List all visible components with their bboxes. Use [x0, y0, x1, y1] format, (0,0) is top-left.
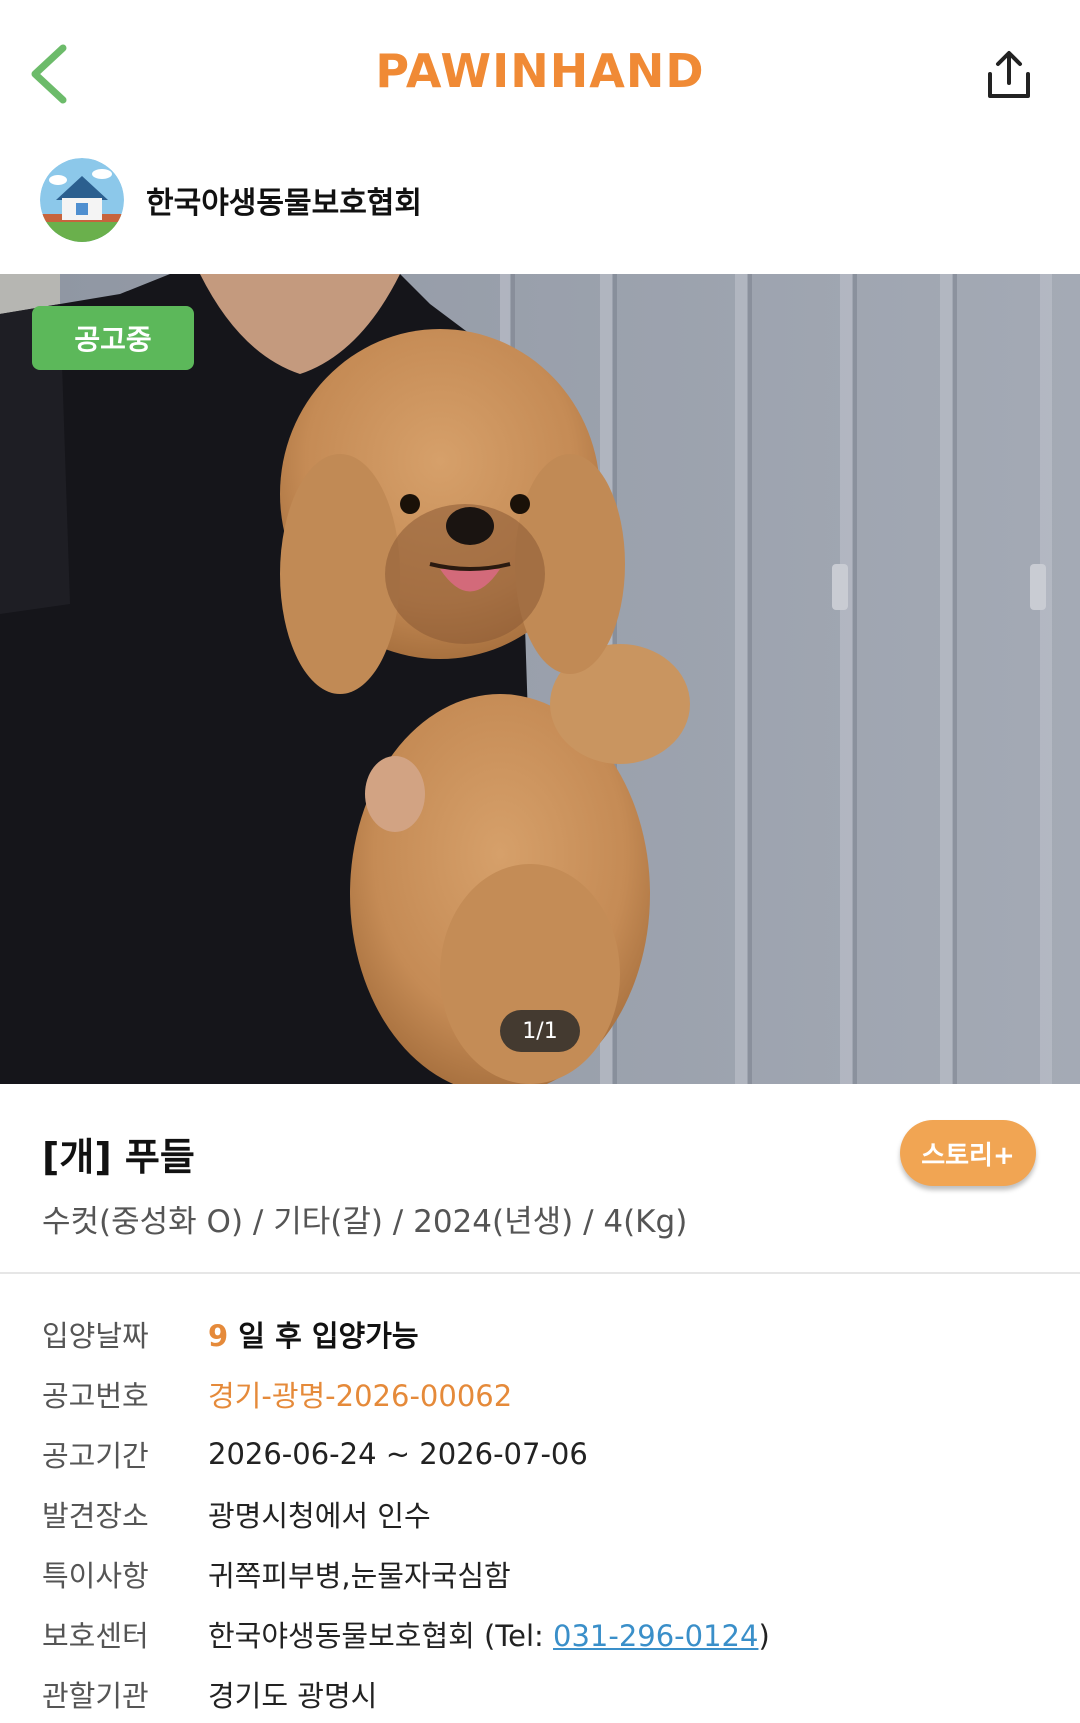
center-tel-link[interactable]: 031-296-0124 [553, 1619, 758, 1653]
photo-page-indicator: 1/1 [500, 1010, 580, 1052]
detail-label: 특이사항 [42, 1559, 149, 1593]
house-icon [40, 158, 124, 242]
detail-label: 관할기관 [42, 1679, 149, 1713]
dog-photo-image [0, 274, 1080, 1084]
detail-row-notice-no: 공고번호 경기-광명-2026-00062 [42, 1364, 1052, 1424]
shelter-row[interactable]: 한국야생동물보호협회 [40, 158, 422, 242]
found-place-value: 광명시청에서 인수 [208, 1499, 431, 1533]
detail-row-found-place: 발견장소 광명시청에서 인수 [42, 1484, 1052, 1544]
notice-number-value: 경기-광명-2026-00062 [208, 1379, 513, 1413]
adoption-days: 9 [208, 1319, 229, 1353]
share-button[interactable] [974, 40, 1044, 112]
app-header: PAWINHAND [0, 0, 1080, 140]
detail-label: 보호센터 [42, 1619, 149, 1653]
share-icon [988, 51, 1030, 98]
animal-photo[interactable]: 공고중 1/1 [0, 274, 1080, 1084]
animal-title: [개] 푸들 [42, 1135, 195, 1179]
notice-period-value: 2026-06-24 ~ 2026-07-06 [208, 1437, 588, 1471]
center-value: 한국야생동물보호협회 (Tel: 031-296-0124) [208, 1613, 770, 1655]
app-logo: PAWINHAND [375, 44, 705, 98]
shelter-name: 한국야생동물보호협회 [146, 186, 422, 221]
adoption-text: 일 후 입양가능 [238, 1319, 419, 1353]
avatar [40, 158, 124, 242]
detail-label: 발견장소 [42, 1499, 149, 1533]
detail-label: 입양날짜 [42, 1319, 149, 1353]
adoption-date-value: 9 일 후 입양가능 [208, 1313, 419, 1355]
center-name: 한국야생동물보호협회 (Tel: [208, 1619, 554, 1653]
authority-value: 경기도 광명시 [208, 1679, 378, 1713]
detail-row-adoption: 입양날짜 9 일 후 입양가능 [42, 1304, 1052, 1364]
detail-row-notice-period: 공고기간 2026-06-24 ~ 2026-07-06 [42, 1424, 1052, 1484]
center-close-paren: ) [758, 1619, 770, 1653]
notes-value: 귀쪽피부병,눈물자국심함 [208, 1559, 511, 1593]
divider [0, 1272, 1080, 1274]
detail-label: 공고번호 [42, 1379, 149, 1413]
detail-row-center: 보호센터 한국야생동물보호협회 (Tel: 031-296-0124) [42, 1604, 1052, 1664]
detail-row-notes: 특이사항 귀쪽피부병,눈물자국심함 [42, 1544, 1052, 1604]
animal-summary: 수컷(중성화 O) / 기타(갈) / 2024(년생) / 4(Kg) [42, 1204, 688, 1240]
animal-details: 입양날짜 9 일 후 입양가능 공고번호 경기-광명-2026-00062 공고… [42, 1304, 1052, 1723]
detail-row-authority: 관할기관 경기도 광명시 [42, 1664, 1052, 1723]
story-button[interactable]: 스토리+ [900, 1120, 1036, 1186]
detail-label: 공고기간 [42, 1439, 149, 1473]
status-badge: 공고중 [32, 306, 194, 370]
